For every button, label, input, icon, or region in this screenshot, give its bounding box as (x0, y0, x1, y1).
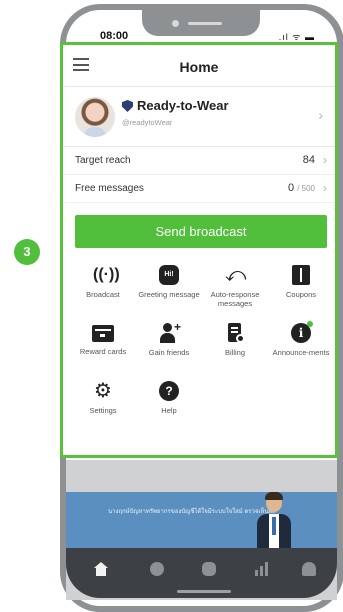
home-indicator (177, 590, 231, 593)
menu-label: Reward cards (79, 347, 127, 356)
notification-dot (307, 321, 313, 327)
menu-item-gain-friends[interactable]: + Gain friends (137, 320, 201, 357)
clock-icon[interactable] (150, 562, 164, 576)
chevron-right-icon: › (318, 107, 323, 123)
add-friend-icon: + (159, 320, 181, 343)
target-reach-row[interactable]: Target reach 84 › (63, 147, 335, 175)
menu-item-announcements[interactable]: i Announce-ments (269, 321, 333, 357)
page-title: Home (179, 59, 219, 75)
broadcast-signal-icon: ((·)) (93, 266, 120, 283)
top-bar: Home (63, 45, 335, 87)
menu-item-help[interactable]: ? Help (137, 381, 201, 415)
free-messages-row[interactable]: Free messages 0 / 500 › (63, 175, 335, 203)
menu-label: Broadcast (86, 290, 120, 299)
greeting-bubble-icon: Hi! (159, 265, 179, 285)
free-messages-value: 0 / 500 (288, 182, 315, 194)
menu-item-broadcast[interactable]: ((·)) Broadcast (71, 265, 135, 299)
chat-icon[interactable] (202, 562, 216, 576)
free-messages-label: Free messages (75, 183, 144, 194)
free-messages-total: / 500 (297, 184, 315, 193)
phone-notch (142, 10, 260, 36)
reply-arrow-icon: ⤺ (225, 264, 247, 286)
coupon-icon (292, 265, 310, 285)
home-panel: Home Ready-to-Wear @readytoWear › Target… (60, 42, 338, 458)
account-id: @readytoWear (122, 118, 173, 127)
menu-item-coupons[interactable]: Coupons (269, 265, 333, 299)
home-icon[interactable] (94, 562, 108, 576)
help-icon: ? (159, 381, 179, 401)
menu-item-billing[interactable]: Billing (203, 323, 267, 357)
menu-label: Billing (224, 348, 245, 357)
menu-label: Announce-ments (272, 348, 330, 357)
menu-item-reward-cards[interactable]: Reward cards (71, 323, 135, 356)
menu-label: Settings (89, 406, 117, 415)
menu-label: Gain friends (148, 348, 190, 357)
menu-item-greeting-message[interactable]: Hi! Greeting message (137, 265, 201, 299)
bar-chart-icon[interactable] (254, 562, 268, 576)
account-profile-row[interactable]: Ready-to-Wear @readytoWear › (63, 87, 335, 147)
send-broadcast-button[interactable]: Send broadcast (75, 215, 327, 248)
account-name: Ready-to-Wear (137, 98, 229, 113)
bottom-navigation (66, 548, 337, 598)
gear-icon: ⚙ (94, 380, 112, 402)
info-icon: i (291, 321, 313, 343)
chevron-right-icon: › (323, 153, 327, 167)
speaker-bar (188, 22, 222, 25)
avatar (75, 97, 115, 137)
chevron-right-icon: › (323, 181, 327, 195)
menu-item-settings[interactable]: ⚙ Settings (71, 381, 135, 415)
camera-dot (172, 20, 179, 27)
menu-item-auto-response[interactable]: ⤺ Auto-response messages (203, 265, 267, 308)
banner-text: นางฤกษ์ปัญหาทรัพยากรของบัญชีได้ใจมีระบบใ… (108, 509, 276, 515)
status-time: 08:00 (100, 30, 129, 42)
verified-shield-icon (122, 100, 133, 112)
reward-card-icon (92, 325, 114, 342)
billing-icon (225, 323, 245, 343)
menu-label: Help (161, 406, 177, 415)
step-number-badge: 3 (14, 239, 40, 265)
bell-icon[interactable] (302, 562, 316, 576)
promo-banner[interactable]: นางฤกษ์ปัญหาทรัพยากรของบัญชีได้ใจมีระบบใ… (66, 492, 337, 548)
free-messages-used: 0 (288, 182, 295, 194)
menu-label: Auto-response messages (210, 290, 260, 308)
menu-label: Greeting message (138, 290, 200, 299)
menu-label: Coupons (285, 290, 317, 299)
target-reach-label: Target reach (75, 155, 131, 166)
target-reach-value: 84 (302, 154, 315, 166)
